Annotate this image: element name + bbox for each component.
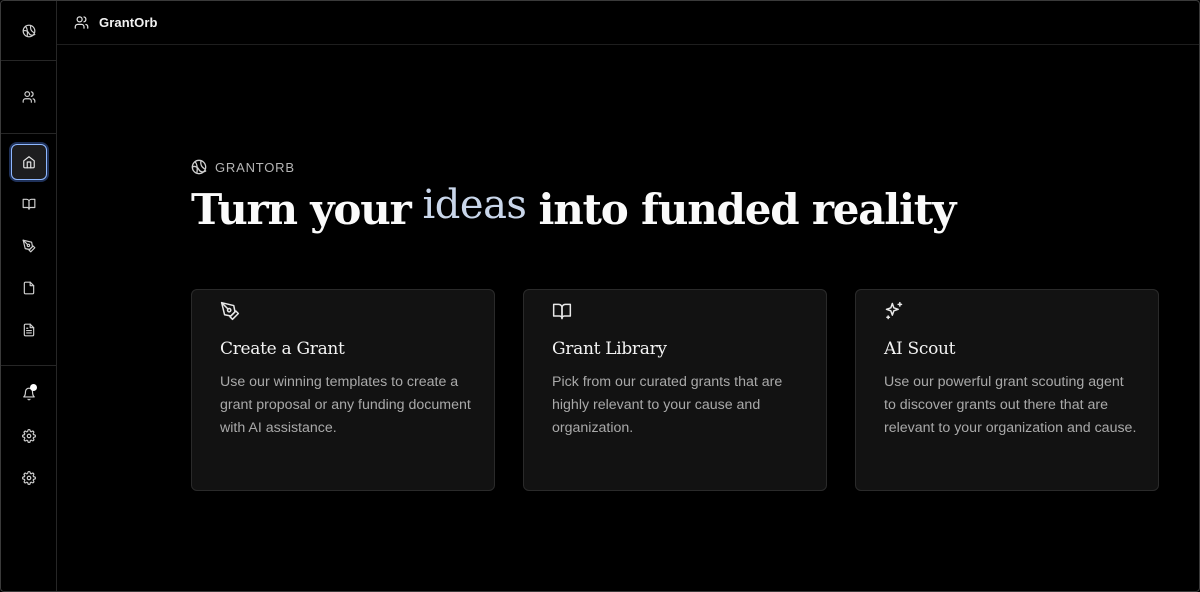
sidebar-nav xyxy=(1,134,57,366)
users-icon xyxy=(22,91,36,103)
card-title: Grant Library xyxy=(552,339,667,359)
sparkles-icon xyxy=(885,301,903,320)
brand-name: GRANTORB xyxy=(215,159,295,175)
gear-icon xyxy=(22,471,36,485)
notification-badge xyxy=(30,384,37,391)
headline-end: into funded reality xyxy=(538,185,956,234)
file-text-icon xyxy=(23,323,35,337)
grant-library-card[interactable]: Grant Library Pick from our curated gran… xyxy=(523,289,827,491)
card-description: Pick from our curated grants that are hi… xyxy=(552,374,783,436)
card-description: Use our powerful grant scouting agent to… xyxy=(884,374,1137,436)
gear-icon xyxy=(22,429,36,443)
pen-tool-icon xyxy=(220,301,240,321)
orb-logo-icon xyxy=(191,159,207,175)
card-icon-wrap xyxy=(884,301,906,323)
card-title: AI Scout xyxy=(884,339,956,359)
app-window: GrantOrb GRANTORB Turn your ideas into fun… xyxy=(0,0,1200,592)
sidebar-bottom xyxy=(1,366,57,591)
sidebar-item-home[interactable] xyxy=(11,144,47,180)
headline-highlight: ideas xyxy=(422,182,527,228)
top-bar: GrantOrb xyxy=(57,1,1199,45)
users-icon xyxy=(74,16,89,29)
page-headline: Turn your ideas into funded reality xyxy=(191,182,956,234)
card-icon-wrap xyxy=(220,301,242,323)
sidebar-item-document[interactable] xyxy=(11,270,47,306)
sidebar-item-create[interactable] xyxy=(11,228,47,264)
card-title: Create a Grant xyxy=(220,339,345,359)
card-icon-wrap xyxy=(552,301,574,323)
ai-scout-card[interactable]: AI Scout Use our powerful grant scouting… xyxy=(855,289,1159,491)
create-grant-card[interactable]: Create a Grant Use our winning templates… xyxy=(191,289,495,491)
sidebar xyxy=(1,1,57,591)
sidebar-logo[interactable] xyxy=(1,1,57,61)
brand-label: GRANTORB xyxy=(191,159,295,175)
orb-logo-icon xyxy=(22,24,36,37)
book-icon xyxy=(22,198,36,210)
pen-tool-icon xyxy=(22,239,36,253)
settings-button-secondary[interactable] xyxy=(11,460,47,496)
home-icon xyxy=(23,156,35,169)
sidebar-item-library[interactable] xyxy=(11,186,47,222)
sidebar-users[interactable] xyxy=(1,61,57,134)
settings-button[interactable] xyxy=(11,418,47,454)
notifications-button[interactable] xyxy=(11,376,47,412)
book-open-icon xyxy=(552,303,572,320)
sidebar-item-text-document[interactable] xyxy=(11,312,47,348)
file-icon xyxy=(23,281,35,295)
card-description: Use our winning templates to create a gr… xyxy=(220,374,471,436)
workspace-name[interactable]: GrantOrb xyxy=(99,15,158,30)
headline-start: Turn your xyxy=(191,185,412,234)
